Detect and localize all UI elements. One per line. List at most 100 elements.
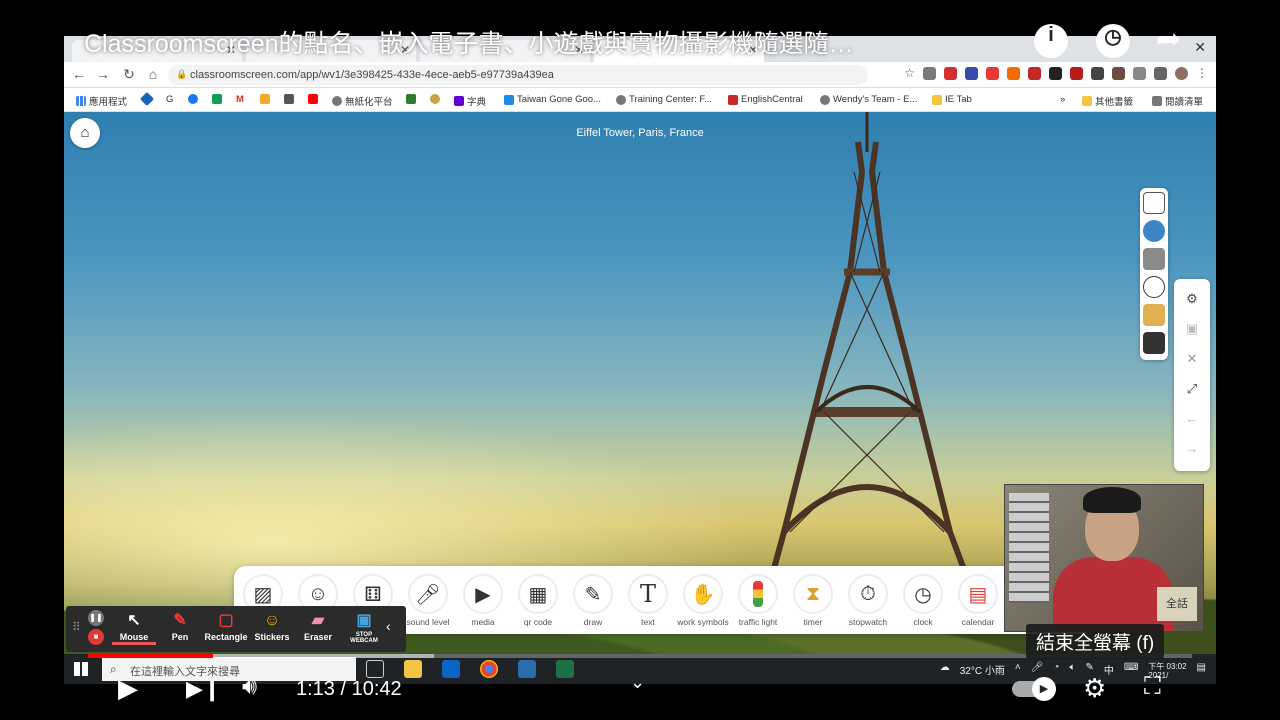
extension-icon[interactable] <box>1112 67 1125 80</box>
tool-mouse[interactable]: ↖ Mouse <box>112 610 156 645</box>
bookmark-ie-tab[interactable]: IE Tab <box>932 94 972 105</box>
tool-pen[interactable]: ✎ Pen <box>158 610 202 642</box>
info-icon[interactable]: i <box>1034 24 1068 58</box>
expand-icon[interactable]: ⤢ <box>1180 377 1204 401</box>
bookmark[interactable] <box>308 94 318 104</box>
bookmarks-overflow-icon[interactable]: » <box>1060 94 1065 105</box>
pause-icon[interactable]: ❚❚ <box>88 610 104 626</box>
eraser-icon[interactable] <box>1143 332 1165 354</box>
chevron-down-icon[interactable]: ⌄ <box>630 672 645 693</box>
widget-clock[interactable]: ◷ clock <box>896 574 950 627</box>
windows-start-icon[interactable] <box>74 662 88 676</box>
extension-icon[interactable] <box>1007 67 1020 80</box>
notification-icon[interactable]: ▤ <box>1197 662 1206 680</box>
extension-icon[interactable] <box>1070 67 1083 80</box>
volume-icon[interactable]: 🔊︎ <box>242 673 257 701</box>
tool-rectangle[interactable]: ▢ Rectangle <box>204 610 248 642</box>
bookmark-englishcentral[interactable]: EnglishCentral <box>728 94 803 105</box>
bookmark[interactable] <box>260 94 270 104</box>
keyboard-icon[interactable]: ⌨ <box>1124 662 1138 680</box>
collapse-arrow-icon[interactable]: ‹ <box>386 618 391 634</box>
tool-eraser[interactable]: ▰ Eraser <box>296 610 340 642</box>
extension-icon[interactable] <box>1091 67 1104 80</box>
bookmark[interactable] <box>212 94 222 104</box>
bookmark-taiwan-gone-google[interactable]: Taiwan Gone Goo... <box>504 94 601 105</box>
gear-icon[interactable]: ⚙ <box>1083 673 1106 704</box>
tray-chevron-icon[interactable]: ˄ <box>1015 662 1021 680</box>
camera-icon[interactable] <box>1143 248 1165 270</box>
url-input[interactable]: 🔒 classroomscreen.com/app/wv1/3e398425-4… <box>168 65 868 85</box>
extension-icon[interactable] <box>1028 67 1041 80</box>
tool-stickers[interactable]: ☺ Stickers <box>250 610 294 642</box>
widget-traffic-light[interactable]: traffic light <box>731 574 785 627</box>
extension-icon[interactable] <box>944 67 957 80</box>
autoplay-toggle[interactable]: ▶ <box>1012 677 1056 701</box>
bookmark-training-center[interactable]: Training Center: F... <box>616 94 712 105</box>
bookmark-dictionary[interactable]: 字典 <box>454 94 486 108</box>
bookmark-google[interactable]: G <box>166 94 173 105</box>
drag-handle-icon[interactable]: ⠿ <box>72 620 81 634</box>
bookmark-gmail[interactable]: M <box>236 94 244 105</box>
extension-icon[interactable] <box>1049 67 1062 80</box>
forward-icon[interactable]: → <box>94 66 112 82</box>
bookmark[interactable] <box>430 94 440 104</box>
back-icon[interactable]: ← <box>70 66 88 82</box>
chrome-icon[interactable] <box>480 660 498 678</box>
bookmark-paperless[interactable]: 無紙化平台 <box>332 94 393 108</box>
volume-icon[interactable]: 🔈︎ <box>1069 662 1075 680</box>
bookmark-reading-list[interactable]: 閱讀清單 <box>1152 94 1203 108</box>
extension-icon[interactable] <box>923 67 936 80</box>
extension-icon[interactable] <box>986 67 999 80</box>
bookmark-other[interactable]: 其他書籤 <box>1082 94 1133 108</box>
microphone-icon[interactable] <box>1133 67 1146 80</box>
file-explorer-icon[interactable] <box>404 660 422 678</box>
menu-dots-icon[interactable]: ⋮ <box>1196 67 1208 80</box>
bookmark[interactable] <box>284 94 294 104</box>
widget-calendar[interactable]: ▤ calendar <box>951 574 1005 627</box>
puzzle-icon[interactable] <box>1154 67 1167 80</box>
widget-qr-code[interactable]: ▦ qr code <box>511 574 565 627</box>
widget-stopwatch[interactable]: ⏱︎ stopwatch <box>841 574 895 627</box>
avatar[interactable] <box>1175 67 1188 80</box>
save-icon[interactable]: ▣ <box>1180 317 1204 341</box>
bookmark[interactable] <box>406 94 416 104</box>
widget-timer[interactable]: ⧗ timer <box>786 574 840 627</box>
outlook-icon[interactable] <box>442 660 460 678</box>
widget-media[interactable]: ▶ media <box>456 574 510 627</box>
widget-sound-level[interactable]: 🎤︎ sound level <box>401 574 455 627</box>
video-title[interactable]: Classroomscreen的點名、嵌入電子書、小遊戲與實物攝影機隨選隨… <box>84 24 854 60</box>
calendar-icon: ▤ <box>958 574 998 614</box>
stop-icon[interactable]: ■ <box>88 629 104 645</box>
widget-draw[interactable]: ✎ draw <box>566 574 620 627</box>
star-icon[interactable]: ☆ <box>904 67 915 80</box>
widget-work-symbols[interactable]: ✋ work symbols <box>676 574 730 627</box>
extension-icon[interactable] <box>965 67 978 80</box>
arrow-left-icon[interactable]: ← <box>1180 407 1204 431</box>
home-button[interactable]: ⌂ <box>70 118 100 148</box>
gear-icon[interactable]: ⚙ <box>1180 287 1204 311</box>
presentation-icon[interactable] <box>1143 192 1165 214</box>
task-view-icon[interactable] <box>366 660 384 678</box>
network-icon[interactable]: ◔ <box>1053 662 1059 680</box>
home-icon[interactable]: ⌂ <box>144 66 162 82</box>
tool-stop-webcam[interactable]: ▣ STOP WEBCAM <box>342 610 386 644</box>
group-icon[interactable] <box>1143 220 1165 242</box>
bookmark[interactable] <box>139 91 155 107</box>
bookmark-apps[interactable]: 應用程式 <box>76 94 127 108</box>
move-icon[interactable] <box>1143 276 1165 298</box>
screen-recorder-icon[interactable] <box>518 660 536 678</box>
exit-fullscreen-icon[interactable]: ⛶ <box>1144 673 1161 701</box>
bookmark[interactable] <box>188 94 198 104</box>
window-close-icon[interactable]: ✕ <box>1194 39 1206 56</box>
box-icon[interactable] <box>1143 304 1165 326</box>
excel-icon[interactable] <box>556 660 574 678</box>
mute-icon[interactable]: ✕ <box>1180 347 1204 371</box>
play-icon[interactable]: ▶ <box>118 673 138 704</box>
clock-icon[interactable]: ◷ <box>1096 24 1130 58</box>
next-icon[interactable]: ▶❙ <box>186 676 221 702</box>
reload-icon[interactable]: ↻ <box>120 66 138 83</box>
widget-text[interactable]: Ttext <box>621 574 675 627</box>
arrow-right-icon[interactable]: → <box>1180 437 1204 461</box>
share-icon[interactable]: ➦ <box>1156 22 1181 57</box>
bookmark-wendys-team[interactable]: Wendy's Team - E... <box>820 94 917 105</box>
